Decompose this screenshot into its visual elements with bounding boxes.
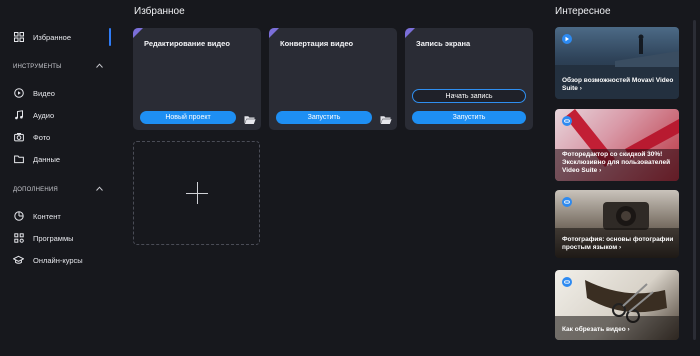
promo-card-photography[interactable]: Фотография: основы фотографии простым яз… — [555, 190, 679, 258]
folder-icon[interactable] — [244, 112, 256, 124]
graduation-cap-icon — [13, 255, 24, 266]
sidebar-item-audio[interactable]: Аудио — [13, 108, 54, 122]
interesting-title: Интересное — [555, 6, 611, 17]
promo-text: Обзор возможностей Movavi Video Suite › — [562, 77, 674, 92]
sidebar: Избранное ИНСТРУМЕНТЫ Видео Аудио Фото Д… — [0, 0, 113, 356]
promo-card-trim-video[interactable]: Как обрезать видео › — [555, 270, 679, 340]
card-corner-accent — [269, 28, 279, 38]
sidebar-item-label: Фото — [33, 132, 51, 142]
sidebar-item-label: Видео — [33, 88, 55, 98]
promo-text: Как обрезать видео › — [562, 326, 630, 333]
sidebar-item-label: Онлайн-курсы — [33, 255, 83, 265]
chevron-up-icon — [96, 63, 103, 70]
grid-icon — [13, 32, 24, 43]
new-project-button[interactable]: Новый проект — [140, 111, 236, 124]
promo-text: Фотография: основы фотографии простым яз… — [562, 236, 674, 251]
play-icon — [562, 34, 572, 44]
sidebar-item-label: Программы — [33, 233, 74, 243]
sidebar-item-video[interactable]: Видео — [13, 86, 55, 100]
link-icon — [562, 277, 572, 287]
sidebar-item-label: Данные — [33, 154, 61, 164]
sidebar-item-label: Аудио — [33, 110, 55, 120]
card-corner-accent — [133, 28, 143, 38]
sidebar-item-favorites[interactable]: Избранное — [13, 30, 71, 44]
card-video-conversion[interactable]: Конвертация видео Запустить — [269, 28, 397, 130]
apps-grid-icon — [13, 233, 24, 244]
active-indicator — [109, 28, 111, 46]
link-icon — [562, 116, 572, 126]
chevron-up-icon — [96, 186, 103, 193]
link-icon — [562, 197, 572, 207]
card-screen-recording[interactable]: Запись экрана Начать запись Запустить — [405, 28, 533, 130]
section-label: ДОПОЛНЕНИЯ — [13, 186, 58, 193]
card-title: Редактирование видео — [144, 39, 230, 48]
sidebar-item-programs[interactable]: Программы — [13, 231, 74, 245]
card-video-editing[interactable]: Редактирование видео Новый проект — [133, 28, 261, 130]
sidebar-item-photo[interactable]: Фото — [13, 130, 50, 144]
scrollbar-thumb[interactable] — [693, 20, 696, 340]
folder-icon[interactable] — [380, 112, 392, 124]
sidebar-item-content[interactable]: Контент — [13, 209, 61, 223]
section-label: ИНСТРУМЕНТЫ — [13, 63, 62, 70]
card-title: Конвертация видео — [280, 39, 354, 48]
sidebar-item-label: Контент — [33, 211, 61, 221]
sidebar-item-label: Избранное — [33, 32, 72, 42]
favorites-title: Избранное — [134, 6, 185, 17]
music-note-icon — [13, 110, 24, 121]
tools-section-header[interactable]: ИНСТРУМЕНТЫ — [13, 63, 103, 70]
promo-card-photo-editor[interactable]: Фоторедактор со скидкой 30%! Эксклюзивно… — [555, 109, 679, 181]
sidebar-item-data[interactable]: Данные — [13, 152, 60, 166]
folder-icon — [13, 154, 24, 165]
addons-section-header[interactable]: ДОПОЛНЕНИЯ — [13, 186, 103, 193]
add-favorite-tile[interactable] — [133, 141, 260, 245]
card-title: Запись экрана — [416, 39, 471, 48]
start-recording-button[interactable]: Начать запись — [412, 89, 526, 103]
launch-button[interactable]: Запустить — [276, 111, 372, 124]
sidebar-item-courses[interactable]: Онлайн-курсы — [13, 253, 83, 267]
launch-button[interactable]: Запустить — [412, 111, 526, 124]
pie-chart-icon — [13, 211, 24, 222]
promo-text: Фоторедактор со скидкой 30%! Эксклюзивно… — [562, 151, 671, 174]
play-icon — [13, 88, 24, 99]
card-corner-accent — [405, 28, 415, 38]
camera-icon — [13, 132, 24, 143]
promo-card-video-suite[interactable]: Обзор возможностей Movavi Video Suite › — [555, 27, 679, 99]
